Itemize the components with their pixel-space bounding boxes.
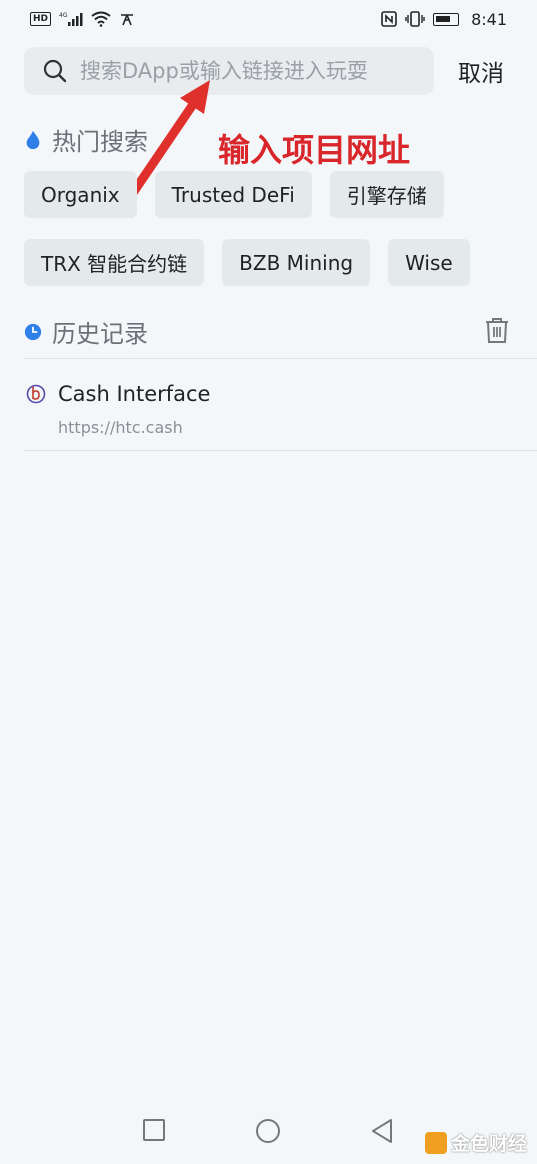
search-row: 取消	[24, 46, 524, 96]
battery-icon	[433, 12, 460, 26]
watermark-text: 金色财经	[450, 1133, 527, 1155]
search-input[interactable]	[80, 59, 430, 83]
status-time: 8:41	[471, 9, 507, 29]
tag-engine-storage[interactable]: 引擎存储	[329, 171, 444, 218]
status-bar: HD 4G 8:41	[0, 0, 537, 38]
hot-search-tags: Organix Trusted DeFi 引擎存储 TRX 智能合约链 BZB …	[24, 171, 524, 307]
recents-icon[interactable]	[142, 1118, 166, 1142]
history-divider-top	[24, 358, 537, 359]
svg-text:4G: 4G	[59, 12, 68, 19]
home-icon[interactable]	[255, 1118, 281, 1144]
tag-bzb-mining[interactable]: BZB Mining	[222, 239, 371, 286]
hot-search-title: 热门搜索	[24, 122, 148, 157]
trash-icon[interactable]	[485, 317, 509, 343]
history-item-name: Cash Interface	[58, 382, 211, 406]
watermark: 金色财经	[424, 1129, 527, 1156]
clock-icon	[24, 323, 42, 340]
status-left: HD 4G	[30, 11, 135, 27]
tag-wise[interactable]: Wise	[388, 239, 470, 286]
history-label: 历史记录	[52, 320, 148, 348]
usb-icon	[121, 14, 134, 26]
history-title: 历史记录	[24, 314, 148, 349]
history-divider-bottom	[24, 450, 537, 451]
status-right: 8:41	[381, 10, 507, 29]
vibrate-icon	[405, 11, 425, 27]
nav-bar: 金色财经	[0, 1100, 537, 1164]
hot-search-label: 热门搜索	[52, 128, 148, 156]
cancel-button[interactable]: 取消	[458, 54, 504, 88]
annotation-text: 输入项目网址	[218, 131, 411, 169]
nfc-icon	[381, 11, 397, 27]
cash-interface-logo-icon	[26, 384, 46, 404]
search-icon	[43, 59, 67, 83]
watermark-logo-icon	[424, 1131, 447, 1154]
hd-icon: HD	[30, 12, 52, 26]
wifi-icon	[91, 11, 111, 27]
back-icon[interactable]	[370, 1118, 394, 1144]
history-item-url: https://htc.cash	[58, 418, 183, 437]
history-item[interactable]: Cash Interface https://htc.cash	[24, 374, 537, 450]
tag-trx-smart-contract[interactable]: TRX 智能合约链	[24, 239, 205, 286]
signal-4g-icon: 4G	[59, 12, 83, 26]
search-box[interactable]	[24, 47, 434, 95]
tag-organix[interactable]: Organix	[24, 171, 137, 218]
tag-row-2: TRX 智能合约链 BZB Mining Wise	[24, 239, 524, 286]
tag-row-1: Organix Trusted DeFi 引擎存储	[24, 171, 524, 218]
tag-trusted-defi[interactable]: Trusted DeFi	[154, 171, 312, 218]
flame-icon	[26, 130, 40, 149]
